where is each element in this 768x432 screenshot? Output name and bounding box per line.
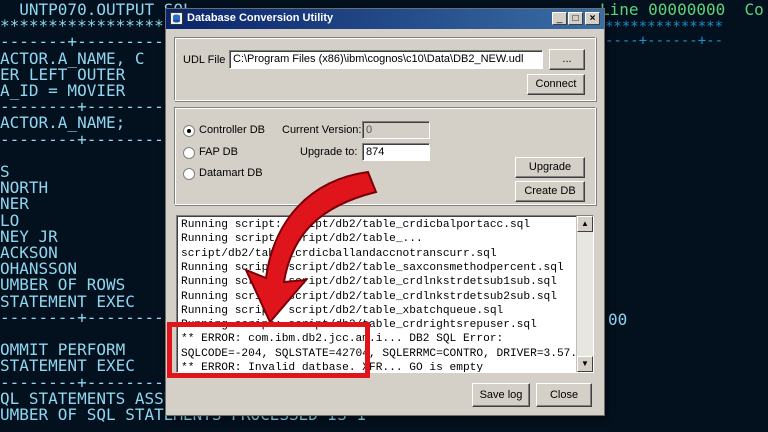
upgrade-to-label: Upgrade to: [300, 146, 358, 158]
terminal-line: UMBER OF ROWS [0, 275, 126, 295]
database-type-group: Controller DB FAP DB Datamart DB Current… [174, 107, 596, 205]
scroll-up-icon[interactable]: ▲ [577, 216, 593, 232]
close-window-button[interactable]: × [585, 12, 600, 25]
terminal-line: 00 [608, 310, 628, 329]
log-scrollbar[interactable]: ▲ ▼ [576, 216, 593, 372]
terminal-line: STATEMENT EXEC [0, 356, 135, 376]
scroll-down-icon[interactable]: ▼ [577, 356, 593, 372]
save-log-button[interactable]: Save log [472, 383, 530, 407]
minimize-button[interactable]: _ [552, 12, 567, 25]
terminal-line: NER [0, 194, 29, 214]
browse-button[interactable]: ... [549, 49, 585, 70]
terminal-line-counter: Line 00000000 Co [600, 0, 764, 19]
udl-label: UDL File [183, 54, 226, 66]
datamart-db-radio[interactable] [183, 168, 195, 180]
connect-button[interactable]: Connect [527, 74, 585, 95]
window-title: Database Conversion Utility [187, 12, 334, 24]
title-bar[interactable]: Database Conversion Utility _ □ × [166, 9, 604, 29]
fap-db-label: FAP DB [199, 146, 238, 158]
close-button[interactable]: Close [536, 383, 592, 407]
annotation-arrow-icon [244, 170, 378, 324]
upgrade-to-field[interactable]: 874 [362, 143, 430, 161]
current-version-label: Current Version: [282, 124, 362, 136]
fap-db-radio[interactable] [183, 147, 195, 159]
udl-file-input[interactable]: C:\Program Files (x86)\ibm\cognos\c10\Da… [229, 50, 543, 69]
maximize-button[interactable]: □ [568, 12, 583, 25]
current-version-field: 0 [362, 121, 430, 139]
terminal-divider: ************** ----+------+-- [605, 19, 724, 49]
create-db-button[interactable]: Create DB [515, 181, 585, 202]
controller-db-label: Controller DB [199, 124, 266, 136]
controller-db-radio[interactable] [183, 125, 195, 137]
app-icon [170, 12, 183, 25]
error-highlight-box [167, 322, 370, 378]
terminal-line: ACTOR.A_NAME; [0, 113, 126, 133]
upgrade-button[interactable]: Upgrade [515, 157, 585, 178]
udl-group: UDL File C:\Program Files (x86)\ibm\cogn… [174, 37, 596, 101]
